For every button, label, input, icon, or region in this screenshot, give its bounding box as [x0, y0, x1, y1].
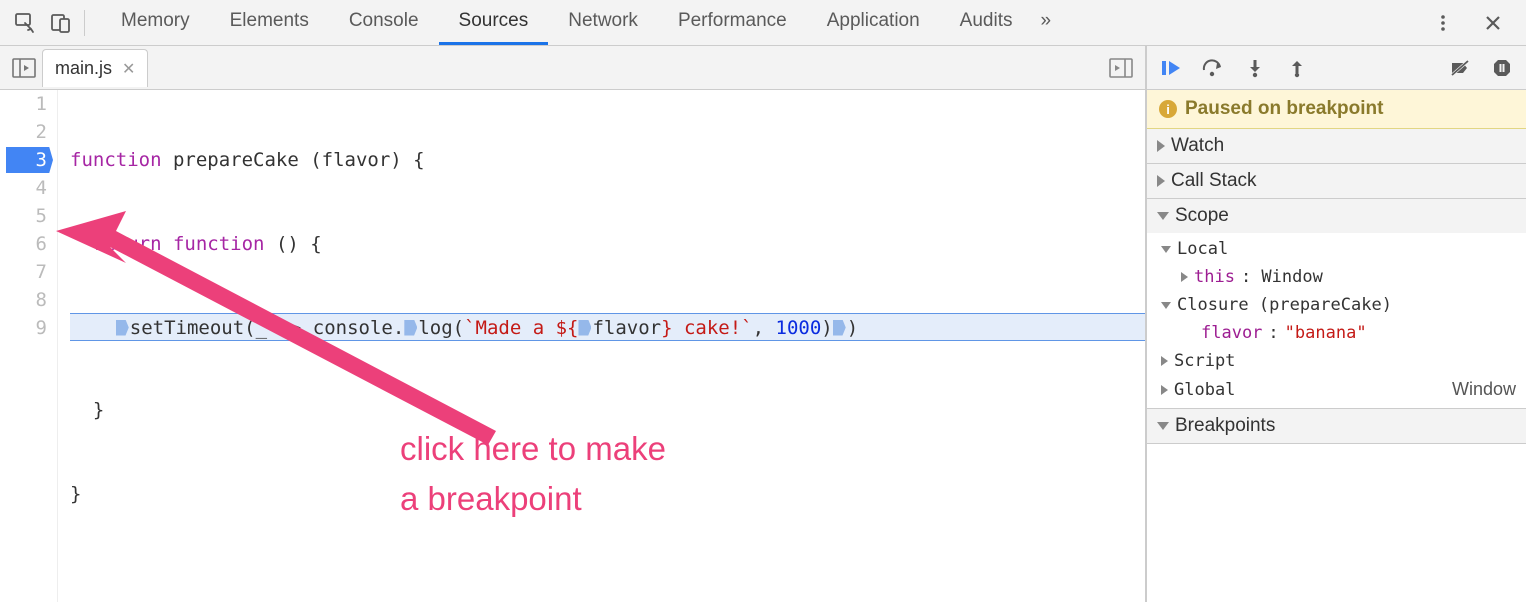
- tab-performance[interactable]: Performance: [658, 0, 807, 45]
- debugger-toolbar: [1147, 46, 1526, 90]
- scope-local[interactable]: Local: [1147, 235, 1526, 263]
- panel-breakpoints: Breakpoints: [1147, 409, 1526, 444]
- close-devtools-icon[interactable]: [1476, 6, 1510, 40]
- tab-audits[interactable]: Audits: [940, 0, 1033, 45]
- code-line: return function () {: [70, 230, 1145, 258]
- step-into-icon[interactable]: [1239, 53, 1271, 83]
- chevron-right-icon: [1181, 272, 1188, 282]
- tab-network[interactable]: Network: [548, 0, 658, 45]
- inline-breakpoint-marker[interactable]: [833, 320, 846, 336]
- panel-label: Call Stack: [1171, 170, 1257, 192]
- line-number[interactable]: 9: [0, 314, 47, 342]
- code-line: [70, 564, 1145, 592]
- resume-icon[interactable]: [1155, 53, 1187, 83]
- scope-script[interactable]: Script: [1147, 347, 1526, 375]
- panel-header-scope[interactable]: Scope: [1147, 199, 1526, 233]
- scope-variable-flavor[interactable]: flavor: "banana": [1147, 319, 1526, 347]
- chevron-down-icon: [1161, 246, 1171, 253]
- panel-scope: Scope Local this: Window Closure (prepar…: [1147, 199, 1526, 409]
- code-line: function prepareCake (flavor) {: [70, 146, 1145, 174]
- info-icon: i: [1159, 100, 1177, 118]
- chevron-right-icon: [1161, 356, 1168, 366]
- panel-label: Breakpoints: [1175, 415, 1275, 437]
- code-editor[interactable]: 1 2 3 4 5 6 7 8 9 function prepareCake (…: [0, 90, 1145, 602]
- panel-header-watch[interactable]: Watch: [1147, 129, 1526, 163]
- paused-message: Paused on breakpoint: [1185, 98, 1383, 120]
- panel-callstack: Call Stack: [1147, 164, 1526, 199]
- inline-breakpoint-marker[interactable]: [116, 320, 129, 336]
- panel-watch: Watch: [1147, 129, 1526, 164]
- scope-this[interactable]: this: Window: [1147, 263, 1526, 291]
- kebab-menu-icon[interactable]: [1426, 6, 1460, 40]
- inline-breakpoint-marker[interactable]: [578, 320, 591, 336]
- more-tabs-button[interactable]: »: [1032, 0, 1059, 45]
- panel-header-callstack[interactable]: Call Stack: [1147, 164, 1526, 198]
- main-area: main.js ✕ 1 2 3 4 5 6 7 8 9 function pre…: [0, 46, 1526, 602]
- step-over-icon[interactable]: [1197, 53, 1229, 83]
- chevron-down-icon: [1157, 422, 1169, 430]
- chevron-down-icon: [1161, 302, 1171, 309]
- chevron-down-icon: [1157, 212, 1169, 220]
- scope-body: Local this: Window Closure (prepareCake)…: [1147, 233, 1526, 408]
- file-tab-label: main.js: [55, 58, 112, 79]
- scope-global[interactable]: Global Window: [1147, 375, 1526, 404]
- chevron-right-icon: [1161, 385, 1168, 395]
- devtools-panel-tabs: Memory Elements Console Sources Network …: [101, 0, 1424, 45]
- scope-global-value: Window: [1452, 379, 1516, 400]
- navigator-toggle-icon[interactable]: [6, 58, 42, 78]
- line-number-breakpoint[interactable]: 3: [0, 146, 47, 174]
- debugger-sidebar: i Paused on breakpoint Watch Call Stack …: [1146, 46, 1526, 602]
- panel-label: Scope: [1175, 205, 1229, 227]
- devtools-toolbar: Memory Elements Console Sources Network …: [0, 0, 1526, 46]
- chevron-right-icon: [1157, 175, 1165, 187]
- tab-elements[interactable]: Elements: [210, 0, 329, 45]
- snippets-run-icon[interactable]: [1103, 58, 1139, 78]
- line-number[interactable]: 4: [0, 174, 47, 202]
- inspect-element-icon[interactable]: [8, 6, 42, 40]
- panel-label: Watch: [1171, 135, 1224, 157]
- close-file-tab-icon[interactable]: ✕: [122, 59, 135, 79]
- inline-breakpoint-marker[interactable]: [404, 320, 417, 336]
- tab-application[interactable]: Application: [807, 0, 940, 45]
- annotation-text: click here to make a breakpoint: [400, 424, 666, 524]
- sources-editor-pane: main.js ✕ 1 2 3 4 5 6 7 8 9 function pre…: [0, 46, 1146, 602]
- code-line-current: setTimeout(_ => console.log(`Made a ${fl…: [70, 313, 1145, 341]
- line-number[interactable]: 6: [0, 230, 47, 258]
- tab-console[interactable]: Console: [329, 0, 439, 45]
- line-number[interactable]: 8: [0, 286, 47, 314]
- paused-banner: i Paused on breakpoint: [1147, 90, 1526, 129]
- line-number[interactable]: 1: [0, 90, 47, 118]
- line-number-gutter[interactable]: 1 2 3 4 5 6 7 8 9: [0, 90, 58, 602]
- code-content[interactable]: function prepareCake (flavor) { return f…: [58, 90, 1145, 602]
- tab-memory[interactable]: Memory: [101, 0, 210, 45]
- device-toggle-icon[interactable]: [44, 6, 78, 40]
- deactivate-breakpoints-icon[interactable]: [1444, 53, 1476, 83]
- scope-closure[interactable]: Closure (prepareCake): [1147, 291, 1526, 319]
- divider: [84, 10, 85, 36]
- pause-on-exceptions-icon[interactable]: [1486, 53, 1518, 83]
- chevron-right-icon: [1157, 140, 1165, 152]
- line-number[interactable]: 5: [0, 202, 47, 230]
- line-number[interactable]: 7: [0, 258, 47, 286]
- step-out-icon[interactable]: [1281, 53, 1313, 83]
- tab-sources[interactable]: Sources: [439, 0, 549, 45]
- file-tabs-row: main.js ✕: [0, 46, 1145, 90]
- toolbar-right: [1426, 6, 1510, 40]
- file-tab-main-js[interactable]: main.js ✕: [42, 49, 148, 87]
- line-number[interactable]: 2: [0, 118, 47, 146]
- panel-header-breakpoints[interactable]: Breakpoints: [1147, 409, 1526, 443]
- code-line: }: [70, 396, 1145, 424]
